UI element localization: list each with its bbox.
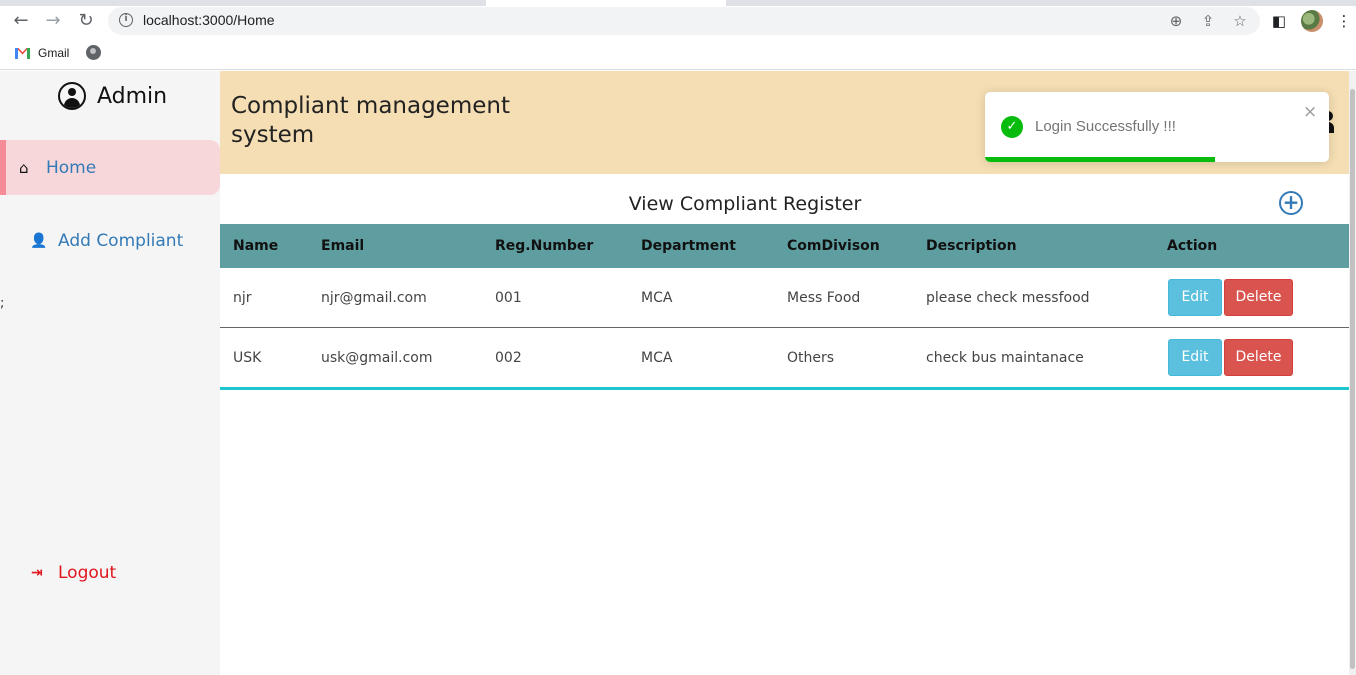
sidebar-item-home[interactable]: ⌂ Home xyxy=(0,140,220,195)
table-row: USK usk@gmail.com 002 MCA Others check b… xyxy=(220,328,1349,390)
logout-icon: ⇥ xyxy=(31,565,43,581)
cell-department: MCA xyxy=(641,290,673,306)
cell-email: njr@gmail.com xyxy=(321,290,427,306)
sidebar: Admin ⌂ Home 👤 Add Compliant ; ⇥ Logout xyxy=(0,71,220,675)
share-icon[interactable]: ⇪ xyxy=(1199,12,1217,30)
edit-button[interactable]: Edit xyxy=(1168,339,1222,376)
sidebar-item-add-label: Add Compliant xyxy=(58,231,184,251)
column-header-action: Action xyxy=(1167,238,1218,254)
site-info-icon[interactable]: i xyxy=(119,13,133,27)
toast-message: Login Successfully !!! xyxy=(1035,118,1176,135)
forward-arrow-icon[interactable]: → xyxy=(41,9,65,33)
gmail-icon xyxy=(15,47,30,59)
bookmark-gmail-label: Gmail xyxy=(38,46,70,60)
cell-name: njr xyxy=(233,290,252,306)
cell-department: MCA xyxy=(641,350,673,366)
bookmarks-bar: Gmail xyxy=(0,36,1356,70)
add-circle-icon[interactable]: + xyxy=(1279,191,1303,215)
view-title: View Compliant Register xyxy=(628,193,862,215)
admin-header: Admin xyxy=(58,81,167,111)
sidebar-item-logout[interactable]: ⇥ Logout xyxy=(31,563,116,583)
sidebar-item-add-compliant[interactable]: 👤 Add Compliant xyxy=(30,231,183,251)
table-header: Name Email Reg.Number Department ComDivi… xyxy=(220,224,1349,268)
close-icon[interactable]: × xyxy=(1303,102,1317,122)
login-toast: ✓ Login Successfully !!! × xyxy=(985,92,1329,162)
column-header-name: Name xyxy=(233,238,279,254)
reload-icon[interactable]: ↻ xyxy=(74,9,98,33)
user-circle-icon xyxy=(58,82,86,110)
compliant-table: Name Email Reg.Number Department ComDivi… xyxy=(220,224,1349,390)
column-header-reg-number: Reg.Number xyxy=(495,238,594,254)
browser-toolbar: ← → ↻ i localhost:3000/Home ⊕ ⇪ ☆ ◧ ⋮ xyxy=(0,6,1356,36)
delete-button[interactable]: Delete xyxy=(1224,339,1293,376)
cell-description: check bus maintanace xyxy=(926,350,1084,366)
admin-label: Admin xyxy=(97,83,168,109)
bookmark-star-icon[interactable]: ☆ xyxy=(1231,12,1249,30)
back-arrow-icon[interactable]: ← xyxy=(9,9,33,33)
globe-icon[interactable] xyxy=(86,45,101,60)
scrollbar-thumb[interactable] xyxy=(1350,89,1355,669)
profile-avatar[interactable] xyxy=(1301,10,1323,32)
column-header-comdivison: ComDivison xyxy=(787,238,880,254)
cell-comdivison: Others xyxy=(787,350,835,366)
column-header-email: Email xyxy=(321,238,365,254)
address-bar[interactable]: i localhost:3000/Home ⊕ ⇪ ☆ xyxy=(108,7,1260,35)
side-panel-icon[interactable]: ◧ xyxy=(1269,11,1289,31)
cell-email: usk@gmail.com xyxy=(321,350,433,366)
stray-text: ; xyxy=(0,296,5,311)
column-header-description: Description xyxy=(926,238,1017,254)
cell-reg-number: 001 xyxy=(495,290,522,306)
column-header-department: Department xyxy=(641,238,736,254)
page-scrollbar[interactable] xyxy=(1349,71,1356,675)
sidebar-item-logout-label: Logout xyxy=(58,563,117,583)
cell-reg-number: 002 xyxy=(495,350,522,366)
url-text[interactable]: localhost:3000/Home xyxy=(143,12,275,28)
zoom-icon[interactable]: ⊕ xyxy=(1167,12,1185,30)
delete-button[interactable]: Delete xyxy=(1224,279,1293,316)
browser-menu-icon[interactable]: ⋮ xyxy=(1334,11,1354,31)
page-title: Compliant management system xyxy=(231,93,510,148)
home-icon: ⌂ xyxy=(19,158,29,177)
toast-progress-bar xyxy=(985,157,1216,162)
user-plus-icon: 👤 xyxy=(30,233,48,249)
cell-name: USK xyxy=(233,350,262,366)
cell-comdivison: Mess Food xyxy=(787,290,861,306)
bookmark-gmail[interactable]: Gmail xyxy=(15,45,69,61)
cell-description: please check messfood xyxy=(926,290,1090,306)
edit-button[interactable]: Edit xyxy=(1168,279,1222,316)
check-circle-icon: ✓ xyxy=(1001,116,1023,138)
table-row: njr njr@gmail.com 001 MCA Mess Food plea… xyxy=(220,268,1349,328)
sidebar-item-home-label: Home xyxy=(46,157,97,178)
